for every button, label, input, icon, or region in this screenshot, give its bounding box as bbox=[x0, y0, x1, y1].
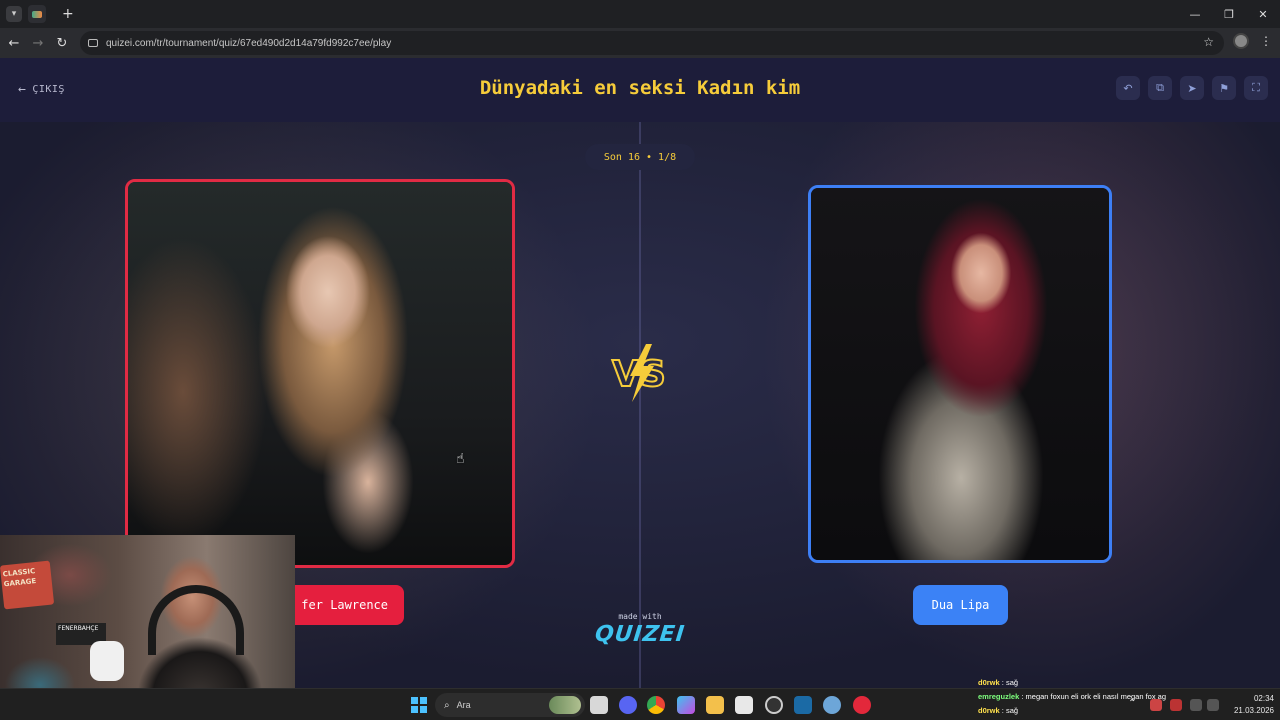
browser-tab[interactable] bbox=[28, 5, 46, 23]
headset-icon bbox=[148, 585, 244, 655]
chat-user: emreguzlek bbox=[978, 692, 1020, 701]
undo-icon[interactable]: ↶ bbox=[1116, 76, 1140, 100]
quiz-title: Dünyadaki en seksi Kadın kim bbox=[479, 77, 801, 99]
browser-tab-strip: ▾ + — ❐ ✕ bbox=[0, 0, 1280, 28]
chat-message: emreguzlek : megan foxun eli ork eli nas… bbox=[978, 690, 1198, 704]
vs-icon: VS bbox=[611, 344, 667, 402]
chat-user: d0rwk bbox=[978, 706, 1000, 715]
contestant-photo-left bbox=[128, 182, 512, 565]
address-bar-row: ← → ↻ quizei.com/tr/tournament/quiz/67ed… bbox=[0, 28, 1280, 58]
search-icon: ⌕ bbox=[444, 699, 450, 711]
search-highlight-icon bbox=[549, 696, 581, 714]
microphone-icon bbox=[90, 641, 124, 681]
center-divider bbox=[639, 122, 641, 688]
close-icon[interactable]: ✕ bbox=[1246, 0, 1280, 28]
chat-message: d0rwk : sağ bbox=[978, 676, 1198, 690]
contestant-name-right[interactable]: Dua Lipa bbox=[913, 585, 1008, 625]
clock-date: 21.03.2026 bbox=[1233, 706, 1274, 715]
store-icon[interactable] bbox=[735, 696, 753, 714]
clock-time: 02:34 bbox=[1253, 694, 1274, 703]
extension-icon[interactable] bbox=[1233, 33, 1249, 49]
favicon-icon bbox=[32, 10, 42, 18]
folder-icon[interactable] bbox=[706, 696, 724, 714]
chat-user: d0rwk bbox=[978, 678, 1000, 687]
hand-cursor-icon: ☝ bbox=[456, 451, 465, 467]
stream-chat-overlay: d0rwk : sağ emreguzlek : megan foxun eli… bbox=[978, 676, 1198, 718]
copy-icon[interactable]: ⧉ bbox=[1148, 76, 1172, 100]
taskbar-search[interactable]: ⌕ Ara bbox=[435, 693, 585, 717]
contestant-card-left[interactable] bbox=[125, 179, 515, 568]
url-text[interactable]: quizei.com/tr/tournament/quiz/67ed490d2d… bbox=[106, 38, 391, 49]
copilot-icon[interactable] bbox=[677, 696, 695, 714]
menu-kebab-icon[interactable]: ⋮ bbox=[1260, 34, 1272, 48]
new-tab-icon[interactable]: + bbox=[62, 6, 74, 22]
contestant-photo-right bbox=[811, 188, 1109, 560]
discord-icon[interactable] bbox=[619, 696, 637, 714]
minimize-icon[interactable]: — bbox=[1178, 0, 1212, 28]
reload-icon[interactable]: ↻ bbox=[50, 36, 74, 51]
volume-icon[interactable] bbox=[1207, 699, 1219, 711]
chat-text: : sağ bbox=[999, 706, 1019, 715]
quiz-header: ← ÇIKIŞ Dünyadaki en seksi Kadın kim ↶ ⧉… bbox=[0, 58, 1280, 122]
round-indicator: Son 16 • 1/8 bbox=[585, 144, 695, 170]
restore-icon[interactable]: ❐ bbox=[1212, 0, 1246, 28]
share-icon[interactable]: ➤ bbox=[1180, 76, 1204, 100]
chat-text: : sağ bbox=[999, 678, 1019, 687]
chrome-icon[interactable] bbox=[647, 696, 665, 714]
obs-icon[interactable] bbox=[765, 696, 783, 714]
network-icon[interactable] bbox=[823, 696, 841, 714]
windows-start-icon[interactable] bbox=[411, 697, 427, 713]
tab-menu-icon[interactable]: ▾ bbox=[6, 6, 22, 22]
contestant-card-right[interactable] bbox=[808, 185, 1112, 563]
toolbar: ↶ ⧉ ➤ ⚑ ⛶ bbox=[1116, 76, 1268, 100]
search-placeholder: Ara bbox=[456, 700, 471, 710]
chat-message: d0rwk : sağ bbox=[978, 704, 1198, 718]
system-clock[interactable]: 02:34 21.03.2026 bbox=[1222, 693, 1274, 717]
quizei-logo[interactable]: QUIZEI bbox=[594, 622, 687, 647]
wall-sign: CLASSIC GARAGE bbox=[0, 560, 55, 610]
star-icon[interactable]: ☆ bbox=[1203, 35, 1214, 49]
file-manager-icon[interactable] bbox=[590, 696, 608, 714]
chat-text: : megan foxun eli ork eli nasıl megan fo… bbox=[1019, 692, 1167, 701]
flag-icon[interactable]: ⚑ bbox=[1212, 76, 1236, 100]
window-controls: — ❐ ✕ bbox=[1178, 0, 1280, 28]
forward-icon[interactable]: → bbox=[26, 36, 50, 51]
fullscreen-icon[interactable]: ⛶ bbox=[1244, 76, 1268, 100]
steam-icon[interactable] bbox=[794, 696, 812, 714]
app-icon[interactable] bbox=[853, 696, 871, 714]
back-icon[interactable]: ← bbox=[2, 36, 26, 51]
site-info-icon[interactable] bbox=[88, 39, 98, 47]
made-with-label: made with bbox=[618, 612, 662, 621]
address-bar[interactable]: quizei.com/tr/tournament/quiz/67ed490d2d… bbox=[80, 31, 1224, 55]
